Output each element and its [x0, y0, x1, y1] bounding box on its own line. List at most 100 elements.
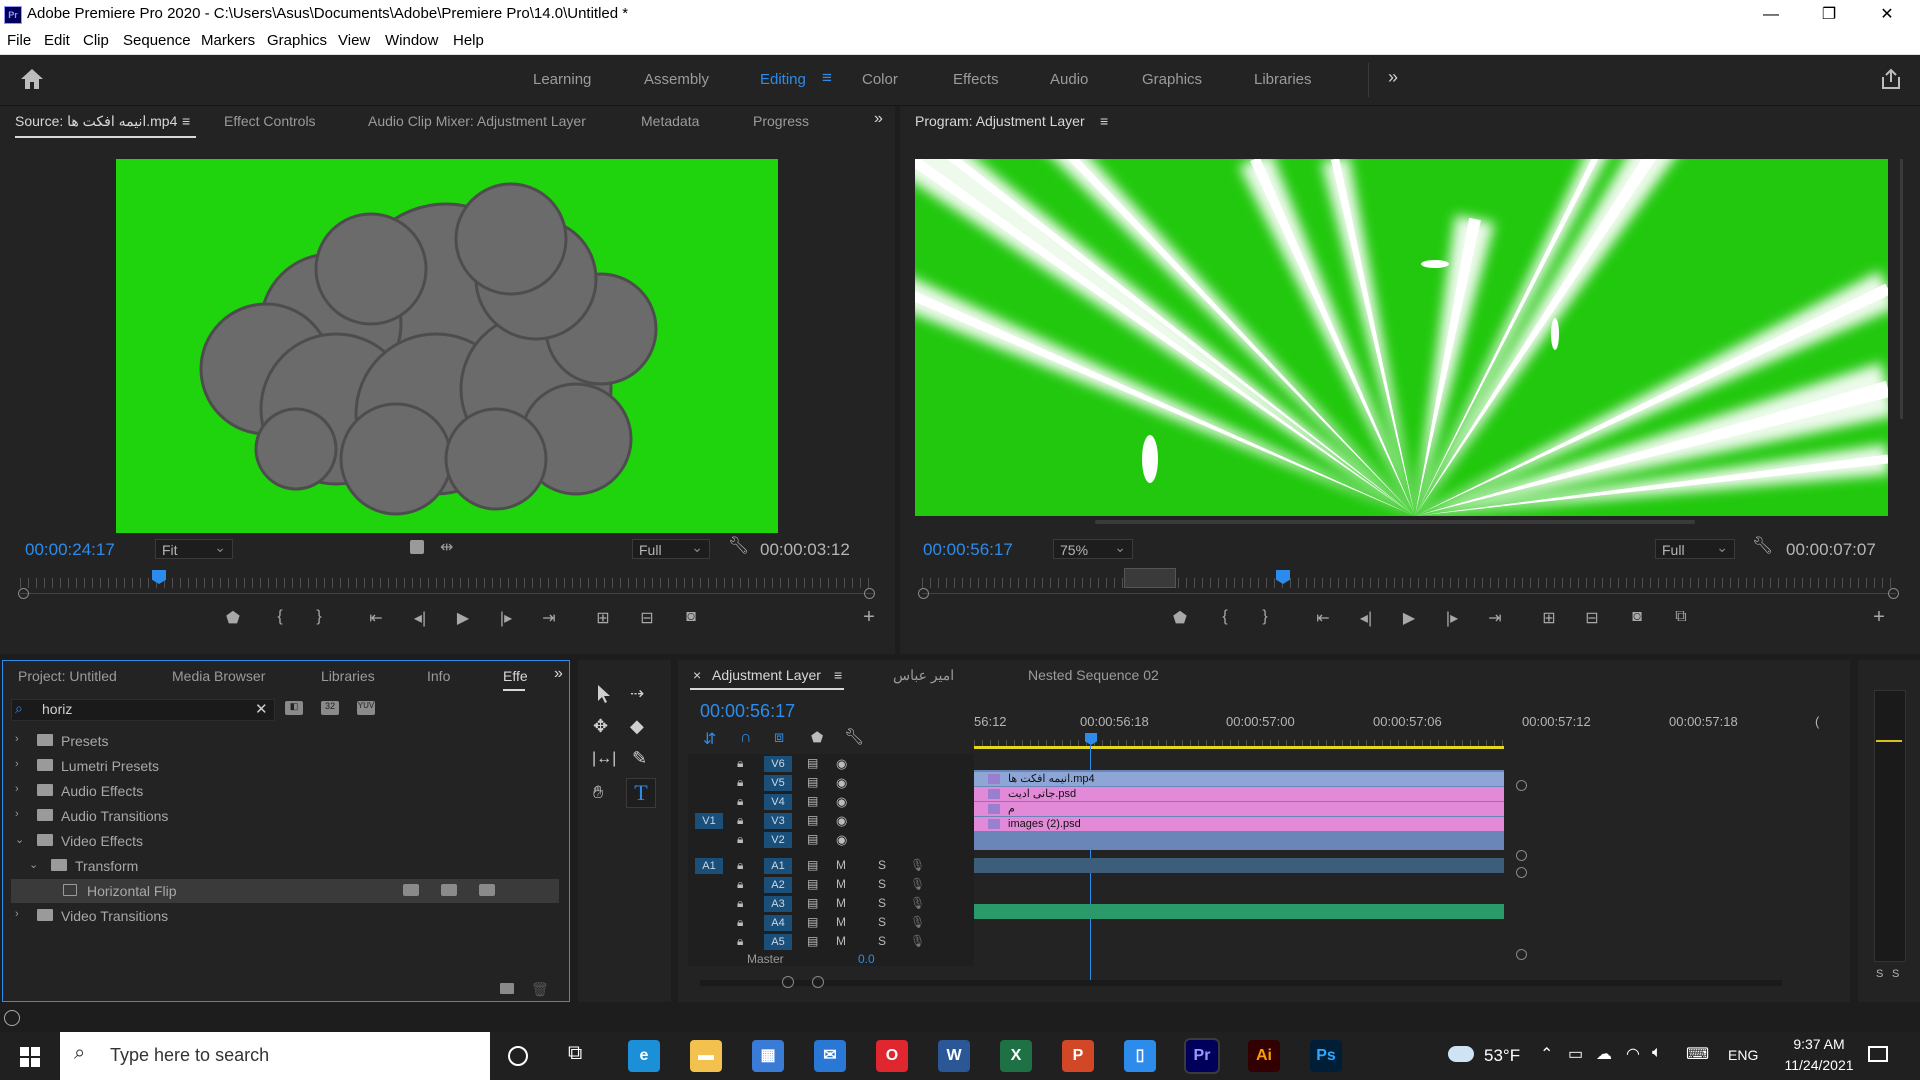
timeline-scroll-handle-right[interactable] [812, 976, 824, 988]
chevron-right-icon[interactable]: › [15, 808, 19, 820]
extract-icon[interactable]: ⊟ [1579, 608, 1605, 628]
workspace-menu-icon[interactable]: ≡ [822, 68, 832, 88]
program-scrollbar[interactable] [1900, 159, 1903, 419]
photoshop-icon[interactable]: Ps [1310, 1040, 1342, 1072]
menu-sequence[interactable]: Sequence [123, 32, 191, 49]
program-in-out-range[interactable] [1124, 568, 1176, 588]
track-label[interactable]: A4 [764, 915, 792, 931]
track-lock-icon[interactable]: 🔒︎ [737, 832, 743, 847]
phone-icon[interactable]: ▯ [1124, 1040, 1156, 1072]
home-icon[interactable] [20, 68, 44, 90]
effects-tree-item[interactable]: Horizontal Flip [11, 879, 559, 903]
insert-overwrite-icon[interactable]: ⇹ [440, 537, 453, 557]
clear-search-icon[interactable]: ✕ [255, 700, 268, 718]
solo-button[interactable]: S [878, 877, 886, 891]
sync-lock-icon[interactable]: ▤ [807, 794, 818, 808]
voice-over-icon[interactable]: 🎙︎ [910, 858, 925, 872]
workspace-effects[interactable]: Effects [953, 71, 999, 88]
workspace-learning[interactable]: Learning [533, 71, 591, 88]
track-height-handle[interactable] [1516, 780, 1527, 791]
solo-button[interactable]: S [878, 858, 886, 872]
wifi-icon[interactable]: ◠ [1626, 1044, 1640, 1064]
program-time-ruler[interactable] [922, 578, 1896, 588]
tab-info[interactable]: Info [427, 668, 450, 684]
source-time-ruler[interactable] [20, 578, 874, 588]
chevron-right-icon[interactable]: › [15, 758, 19, 770]
tab-nested-sequence[interactable]: Nested Sequence 02 [1028, 667, 1159, 683]
eye-icon[interactable]: ◉ [836, 756, 847, 772]
timeline-clip[interactable]: جاتی ادیت.psd [974, 787, 1504, 801]
program-mark-in-icon[interactable]: { [1212, 608, 1238, 626]
effects-search-box[interactable]: ⌕ horiz ✕ [11, 699, 275, 721]
track-lock-icon[interactable]: 🔒︎ [737, 775, 743, 790]
meter-solo-right[interactable]: S [1892, 968, 1899, 980]
program-zoom-dropdown[interactable]: 75% [1053, 537, 1133, 559]
step-forward-icon[interactable]: |▸ [493, 608, 519, 628]
track-height-handle[interactable] [1516, 867, 1527, 878]
eye-icon[interactable]: ◉ [836, 832, 847, 848]
mute-button[interactable]: M [836, 896, 846, 910]
workspace-editing[interactable]: Editing [760, 71, 806, 88]
track-label[interactable]: V3 [764, 813, 792, 829]
delete-icon[interactable]: 🗑︎ [531, 981, 549, 998]
timeline-ruler[interactable]: 56:12 00:00:56:18 00:00:57:00 00:00:57:06 00… [678, 714, 1850, 734]
voice-over-icon[interactable]: 🎙︎ [910, 934, 925, 948]
mark-out-icon[interactable]: } [306, 608, 332, 626]
lift-icon[interactable]: ⊞ [1536, 608, 1562, 628]
program-quality-dropdown[interactable]: Full [1655, 537, 1735, 559]
workspace-libraries[interactable]: Libraries [1254, 71, 1312, 88]
tab-audio-clip-mixer[interactable]: Audio Clip Mixer: Adjustment Layer [368, 113, 586, 129]
overwrite-icon[interactable]: ⊟ [634, 608, 660, 628]
mail-icon[interactable]: ✉ [814, 1040, 846, 1072]
solo-button[interactable]: S [878, 934, 886, 948]
track-label[interactable]: A2 [764, 877, 792, 893]
sync-lock-icon[interactable]: ▤ [807, 858, 818, 872]
source-menu-icon[interactable]: ≡ [182, 113, 190, 129]
weather-icon[interactable] [1448, 1046, 1474, 1062]
play-icon[interactable]: ▶ [450, 608, 476, 628]
track-lock-icon[interactable]: 🔒︎ [737, 896, 743, 911]
menu-file[interactable]: File [7, 32, 31, 49]
track-lock-icon[interactable]: 🔒︎ [737, 934, 743, 949]
track-select-tool-icon[interactable]: ⇢ [630, 684, 644, 704]
source-zoom-handle-right[interactable] [864, 588, 875, 599]
hand-tool-icon[interactable]: ✋︎ [593, 782, 603, 803]
mute-button[interactable]: M [836, 858, 846, 872]
source-timecode[interactable]: 00:00:24:17 [25, 540, 115, 560]
program-export-frame-icon[interactable]: ◙ [1624, 608, 1650, 626]
program-go-to-in-icon[interactable]: ⇤ [1310, 608, 1336, 628]
tab-project[interactable]: Project: Untitled [18, 668, 117, 684]
menu-clip[interactable]: Clip [83, 32, 109, 49]
edge-icon[interactable]: e [628, 1040, 660, 1072]
mark-in-icon[interactable]: { [267, 608, 293, 626]
clock-time[interactable]: 9:37 AM [1784, 1036, 1854, 1052]
timeline-hscrollbar[interactable] [700, 980, 1782, 986]
more-workspaces-icon[interactable]: » [1388, 67, 1398, 88]
program-hscrollbar[interactable] [1095, 520, 1695, 524]
menu-help[interactable]: Help [453, 32, 484, 49]
track-label[interactable]: A1 [764, 858, 792, 874]
program-timecode[interactable]: 00:00:56:17 [923, 540, 1013, 560]
go-to-in-icon[interactable]: ⇤ [363, 608, 389, 628]
track-lock-icon[interactable]: 🔒︎ [737, 858, 743, 873]
minimize-button[interactable]: — [1742, 0, 1800, 29]
track-label[interactable]: V2 [764, 832, 792, 848]
export-frame-icon[interactable]: ◙ [678, 608, 704, 626]
voice-over-icon[interactable]: 🎙︎ [910, 896, 925, 910]
menu-view[interactable]: View [338, 32, 370, 49]
mute-button[interactable]: M [836, 877, 846, 891]
tab-progress[interactable]: Progress [753, 113, 809, 129]
source-zoom-handle-left[interactable] [18, 588, 29, 599]
go-to-out-icon[interactable]: ⇥ [536, 608, 562, 628]
sync-lock-icon[interactable]: ▤ [807, 832, 818, 846]
restore-button[interactable]: ❐ [1800, 0, 1858, 29]
master-volume-value[interactable]: 0.0 [858, 952, 875, 966]
ripple-edit-tool-icon[interactable]: ✥ [593, 716, 608, 737]
tab-libraries[interactable]: Libraries [321, 668, 375, 684]
voice-over-icon[interactable]: 🎙︎ [910, 877, 925, 891]
tab-adjustment-layer[interactable]: Adjustment Layer [712, 667, 821, 683]
workspace-audio[interactable]: Audio [1050, 71, 1088, 88]
voice-over-icon[interactable]: 🎙︎ [910, 915, 925, 929]
close-button[interactable]: ✕ [1858, 0, 1916, 29]
notifications-icon[interactable] [1868, 1046, 1888, 1062]
